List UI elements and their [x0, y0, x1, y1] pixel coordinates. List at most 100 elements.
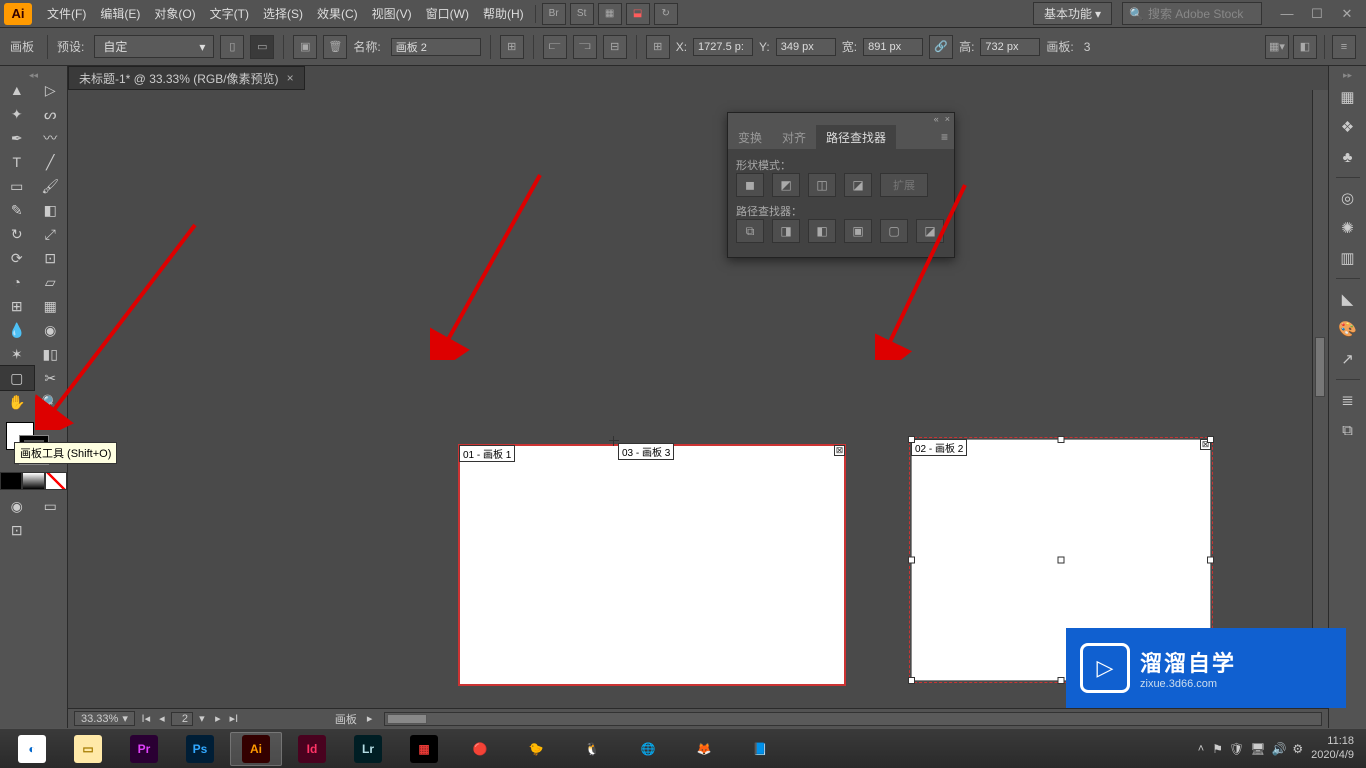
- taskbar-app[interactable]: 🔴: [454, 732, 506, 766]
- eraser-tool[interactable]: ◧: [34, 198, 68, 222]
- free-transform-tool[interactable]: ⊡: [34, 246, 68, 270]
- expand-button[interactable]: 扩展: [880, 173, 928, 197]
- change-screen-icon[interactable]: ⊡: [0, 518, 34, 542]
- close-tab-icon[interactable]: ×: [287, 71, 294, 85]
- clock[interactable]: 11:182020/4/9: [1311, 735, 1354, 761]
- taskbar-app[interactable]: 📘: [734, 732, 786, 766]
- cc-panel-icon[interactable]: ◎: [1333, 184, 1363, 212]
- draw-mode-icon[interactable]: ◉: [0, 494, 34, 518]
- tray-expand-icon[interactable]: ˄: [1198, 743, 1204, 755]
- menu-选择(S)[interactable]: 选择(S): [256, 5, 310, 22]
- graph-tool[interactable]: ▮▯: [34, 342, 68, 366]
- taskbar-app[interactable]: ◐: [6, 732, 58, 766]
- taskbar-app[interactable]: Lr: [342, 732, 394, 766]
- sync-icon[interactable]: ↻: [654, 3, 678, 25]
- minus-front-icon[interactable]: ◩: [772, 173, 800, 197]
- trim-icon[interactable]: ◨: [772, 219, 800, 243]
- stroke-panel-icon[interactable]: ◣: [1333, 285, 1363, 313]
- gpu-icon[interactable]: ⬓: [626, 3, 650, 25]
- tray-icons[interactable]: ⚑🛡🖥🔊⚙: [1212, 742, 1303, 756]
- menu-编辑(E)[interactable]: 编辑(E): [93, 5, 147, 22]
- taskbar-app[interactable]: 🐧: [566, 732, 618, 766]
- align-icon-2[interactable]: ⫎: [573, 35, 597, 59]
- zoom-tool[interactable]: 🔍: [34, 390, 68, 414]
- rectangle-tool[interactable]: ▭: [0, 174, 34, 198]
- menu-文字(T)[interactable]: 文字(T): [203, 5, 256, 22]
- color-panel-icon[interactable]: ✺: [1333, 214, 1363, 242]
- align-icon-3[interactable]: ⊟: [603, 35, 627, 59]
- shaper-tool[interactable]: ✎: [0, 198, 34, 222]
- vertical-scrollbar[interactable]: [1312, 90, 1328, 708]
- divide-icon[interactable]: ⧉: [736, 219, 764, 243]
- width-input[interactable]: [863, 38, 923, 56]
- resize-handle[interactable]: [1207, 557, 1214, 564]
- panel-close-icon[interactable]: ×: [945, 114, 950, 124]
- gradient-panel-icon[interactable]: 🎨: [1333, 315, 1363, 343]
- taskbar-app[interactable]: 🌐: [622, 732, 674, 766]
- workspace-dropdown[interactable]: 基本功能▾: [1033, 2, 1112, 25]
- crop-icon[interactable]: ▣: [844, 219, 872, 243]
- rotate-tool[interactable]: ↻: [0, 222, 34, 246]
- artboard-tool[interactable]: ▢: [0, 366, 34, 390]
- stock-icon[interactable]: St: [570, 3, 594, 25]
- eyedropper-tool[interactable]: 💧: [0, 318, 34, 342]
- taskbar-app[interactable]: Ai: [230, 732, 282, 766]
- panel-menu-icon[interactable]: ≡: [935, 125, 954, 149]
- orient-portrait-icon[interactable]: ▯: [220, 35, 244, 59]
- properties-panel-icon[interactable]: ▦: [1333, 83, 1363, 111]
- arrange-icon[interactable]: ▦: [598, 3, 622, 25]
- taskbar-app[interactable]: 🐤: [510, 732, 562, 766]
- slice-tool[interactable]: ✂: [34, 366, 68, 390]
- horizontal-scrollbar[interactable]: [384, 712, 1322, 726]
- symbol-spray-tool[interactable]: ✶: [0, 342, 34, 366]
- artboard-name-input[interactable]: [391, 38, 481, 56]
- resize-handle[interactable]: [1207, 436, 1214, 443]
- center-handle[interactable]: [1058, 557, 1065, 564]
- align-icon-1[interactable]: ⫍: [543, 35, 567, 59]
- brushes-panel-icon[interactable]: ♣: [1333, 143, 1363, 171]
- tab-transform[interactable]: 变换: [728, 125, 772, 149]
- mesh-tool[interactable]: ⊞: [0, 294, 34, 318]
- link-wh-icon[interactable]: 🔗: [929, 35, 953, 59]
- reference-point-icon[interactable]: ⊞: [646, 35, 670, 59]
- maximize-button[interactable]: ☐: [1302, 3, 1332, 25]
- taskbar-app[interactable]: Id: [286, 732, 338, 766]
- panel-icon[interactable]: ◧: [1293, 35, 1317, 59]
- selection-tool[interactable]: ▲: [0, 78, 34, 102]
- search-stock-input[interactable]: 🔍搜索 Adobe Stock: [1122, 2, 1262, 25]
- artboards-panel-icon[interactable]: ⧉: [1333, 416, 1363, 444]
- tab-align[interactable]: 对齐: [772, 125, 816, 149]
- brush-tool[interactable]: 🖌: [34, 174, 68, 198]
- outline-icon[interactable]: ▢: [880, 219, 908, 243]
- x-input[interactable]: [693, 38, 753, 56]
- line-tool[interactable]: ╱: [34, 150, 68, 174]
- rearrange-icon[interactable]: ▦▾: [1265, 35, 1289, 59]
- menu-效果(C)[interactable]: 效果(C): [310, 5, 365, 22]
- taskbar-app[interactable]: ▦: [398, 732, 450, 766]
- resize-handle[interactable]: [908, 436, 915, 443]
- new-artboard-icon[interactable]: ▣: [293, 35, 317, 59]
- swatches-panel-icon[interactable]: ▥: [1333, 244, 1363, 272]
- artboard-1[interactable]: 01 - 画板 1 ⊠: [458, 444, 846, 686]
- panel-collapse-icon[interactable]: «: [934, 114, 939, 124]
- resize-handle[interactable]: [1058, 436, 1065, 443]
- close-button[interactable]: ✕: [1332, 3, 1362, 25]
- screen-mode-icon[interactable]: ▭: [34, 494, 68, 518]
- options-icon[interactable]: ⊞: [500, 35, 524, 59]
- menu-帮助(H)[interactable]: 帮助(H): [476, 5, 531, 22]
- scale-tool[interactable]: ⤢: [34, 222, 68, 246]
- curvature-tool[interactable]: 〰: [34, 126, 68, 150]
- minimize-button[interactable]: —: [1272, 3, 1302, 25]
- gradient-tool[interactable]: ▦: [34, 294, 68, 318]
- width-tool[interactable]: ⟳: [0, 246, 34, 270]
- intersect-icon[interactable]: ◫: [808, 173, 836, 197]
- minus-back-icon[interactable]: ◪: [916, 219, 944, 243]
- menu-视图(V)[interactable]: 视图(V): [365, 5, 419, 22]
- pathfinder-panel[interactable]: «× 变换 对齐 路径查找器 ≡ 形状模式： ◼ ◩ ◫ ◪ 扩展 路径查找器：…: [727, 112, 955, 258]
- pen-tool[interactable]: ✒: [0, 126, 34, 150]
- taskbar-app[interactable]: Ps: [174, 732, 226, 766]
- y-input[interactable]: [776, 38, 836, 56]
- resize-handle[interactable]: [908, 557, 915, 564]
- taskbar-app[interactable]: ▭: [62, 732, 114, 766]
- resize-handle[interactable]: [1058, 677, 1065, 684]
